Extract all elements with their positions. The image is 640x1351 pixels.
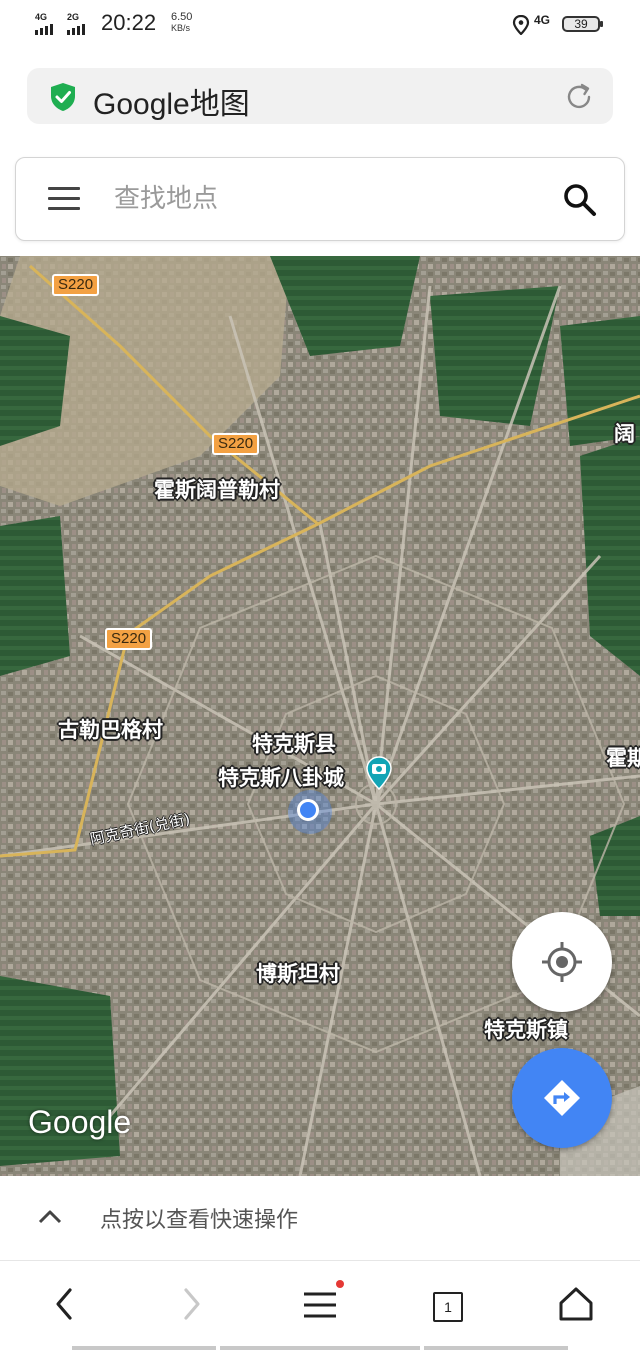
route-badge: S220 bbox=[212, 433, 260, 455]
route-badge: S220 bbox=[105, 628, 153, 650]
crosshair-icon bbox=[542, 942, 582, 982]
hamburger-menu-icon[interactable] bbox=[48, 187, 80, 211]
gesture-indicator bbox=[424, 1346, 568, 1350]
map-view[interactable]: S220 S220 S220 霍斯阔普勒村 古勒巴格村 特克斯县 特克斯八卦城 … bbox=[0, 256, 640, 1176]
directions-button[interactable] bbox=[512, 1048, 612, 1148]
search-bar bbox=[15, 157, 625, 241]
sim1-signal-icon: 4G bbox=[35, 12, 63, 35]
place-label[interactable]: 特克斯八卦城 bbox=[218, 762, 344, 792]
sim2-signal-icon: 2G bbox=[67, 12, 95, 35]
tabs-button[interactable]: 1 bbox=[433, 1292, 477, 1336]
gesture-indicator bbox=[220, 1346, 420, 1350]
place-label[interactable]: 特克斯镇 bbox=[484, 1014, 568, 1044]
gesture-indicator bbox=[72, 1346, 216, 1350]
shield-check-icon bbox=[51, 83, 75, 111]
page-title: Google地图 bbox=[93, 88, 250, 121]
forward-button[interactable] bbox=[172, 1284, 216, 1328]
network-speed: 6.50 KB/s bbox=[171, 12, 192, 34]
google-logo: Google bbox=[28, 1104, 132, 1140]
directions-icon bbox=[544, 1080, 580, 1116]
back-button[interactable] bbox=[46, 1284, 90, 1328]
browser-address-bar[interactable]: Google地图 bbox=[27, 68, 613, 124]
place-label[interactable]: 古勒巴格村 bbox=[58, 714, 163, 744]
quick-actions-label: 点按以查看快速操作 bbox=[100, 1208, 299, 1233]
route-badge: S220 bbox=[52, 274, 100, 296]
search-input[interactable] bbox=[114, 180, 534, 218]
place-label[interactable]: 霍期 bbox=[606, 742, 640, 772]
network-speed-value: 6.50 bbox=[171, 11, 193, 23]
chevron-up-icon bbox=[38, 1210, 62, 1224]
my-location-button[interactable] bbox=[512, 912, 612, 1012]
data-network-label: 4G bbox=[534, 13, 551, 27]
status-time: 20:22 bbox=[101, 10, 157, 35]
notification-dot bbox=[336, 1280, 344, 1288]
camera-poi-icon[interactable] bbox=[364, 756, 394, 790]
status-bar: 4G 2G 20:22 6.50 KB/s 4G 39 bbox=[0, 0, 640, 52]
place-label[interactable]: 博斯坦村 bbox=[256, 958, 340, 988]
forward-arrow-icon bbox=[184, 1288, 200, 1320]
place-label[interactable]: 特克斯县 bbox=[252, 728, 336, 758]
network-speed-unit: KB/s bbox=[171, 23, 191, 33]
reload-icon[interactable] bbox=[563, 81, 595, 113]
my-location-dot bbox=[288, 790, 332, 834]
menu-button[interactable] bbox=[300, 1280, 344, 1328]
browser-nav-bar: 1 bbox=[0, 1262, 640, 1351]
menu-icon bbox=[304, 1292, 336, 1318]
sim1-network-label: 4G bbox=[35, 12, 48, 22]
back-arrow-icon bbox=[56, 1288, 72, 1320]
place-label[interactable]: 霍斯阔普勒村 bbox=[154, 474, 280, 504]
place-label[interactable]: 阔 bbox=[614, 418, 635, 448]
home-button[interactable] bbox=[556, 1284, 600, 1328]
home-icon bbox=[559, 1287, 593, 1321]
location-pin-icon bbox=[512, 15, 530, 35]
quick-actions-bar[interactable]: 点按以查看快速操作 bbox=[0, 1176, 640, 1261]
sim2-network-label: 2G bbox=[67, 12, 80, 22]
tab-count: 1 bbox=[433, 1292, 463, 1322]
battery-icon: 39 bbox=[562, 16, 603, 32]
search-icon[interactable] bbox=[562, 182, 598, 218]
